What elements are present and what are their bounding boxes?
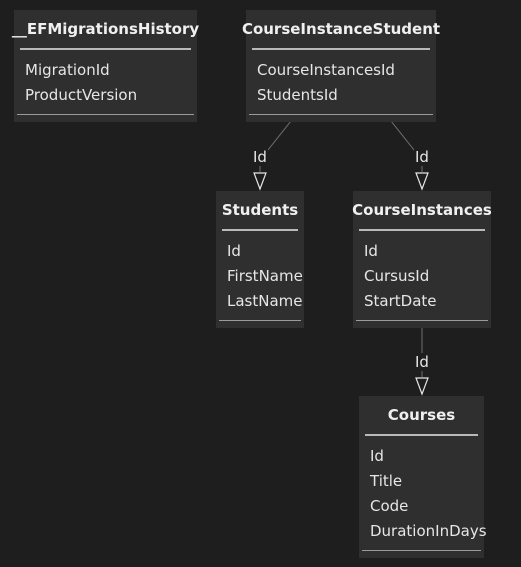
edge-label-students: Id	[252, 148, 268, 166]
attribute: ProductVersion	[25, 86, 138, 104]
attribute: LastName	[227, 292, 303, 310]
entity-courses[interactable]: Courses Id Title Code DurationInDays	[359, 396, 487, 558]
attribute: StartDate	[364, 292, 437, 310]
entity-title: CourseInstances	[352, 191, 492, 231]
attribute-list: Id Title Code DurationInDays	[362, 436, 487, 551]
entity-title: CourseInstanceStudent	[242, 10, 440, 50]
attribute: MigrationId	[25, 61, 110, 79]
entity-title: __EFMigrationsHistory	[12, 10, 199, 50]
arrowhead-students	[253, 172, 267, 191]
entity-footer	[14, 115, 197, 122]
attribute-list: Id CursusId StartDate	[356, 231, 488, 321]
entity-footer	[216, 321, 304, 328]
attribute: CourseInstancesId	[257, 61, 395, 79]
arrowhead-courses	[415, 377, 429, 396]
arrowhead-courseinstances	[415, 172, 429, 191]
attribute: CursusId	[364, 267, 430, 285]
entity-footer	[359, 551, 484, 558]
edge-label-courses: Id	[414, 353, 430, 371]
entity-course-instances[interactable]: CourseInstances Id CursusId StartDate	[352, 191, 492, 328]
entity-footer	[353, 321, 491, 328]
entity-students[interactable]: Students Id FirstName LastName	[216, 191, 304, 328]
attribute-list: Id FirstName LastName	[219, 231, 303, 321]
edge-label-courseinstances: Id	[414, 148, 430, 166]
attribute: Code	[370, 497, 409, 515]
attribute-list: MigrationId ProductVersion	[17, 50, 194, 115]
attribute: StudentsId	[257, 86, 338, 104]
attribute: DurationInDays	[370, 522, 487, 540]
entity-title: Students	[222, 191, 298, 231]
attribute: Title	[370, 472, 403, 490]
entity-title: Courses	[365, 396, 478, 436]
attribute: Id	[364, 242, 378, 260]
attribute: Id	[370, 447, 384, 465]
attribute-list: CourseInstancesId StudentsId	[249, 50, 433, 115]
entity-course-instance-student[interactable]: CourseInstanceStudent CourseInstancesId …	[242, 10, 440, 122]
entity-ef-migrations-history[interactable]: __EFMigrationsHistory MigrationId Produc…	[12, 10, 199, 122]
attribute: Id	[227, 242, 241, 260]
entity-footer	[246, 115, 436, 122]
attribute: FirstName	[227, 267, 303, 285]
